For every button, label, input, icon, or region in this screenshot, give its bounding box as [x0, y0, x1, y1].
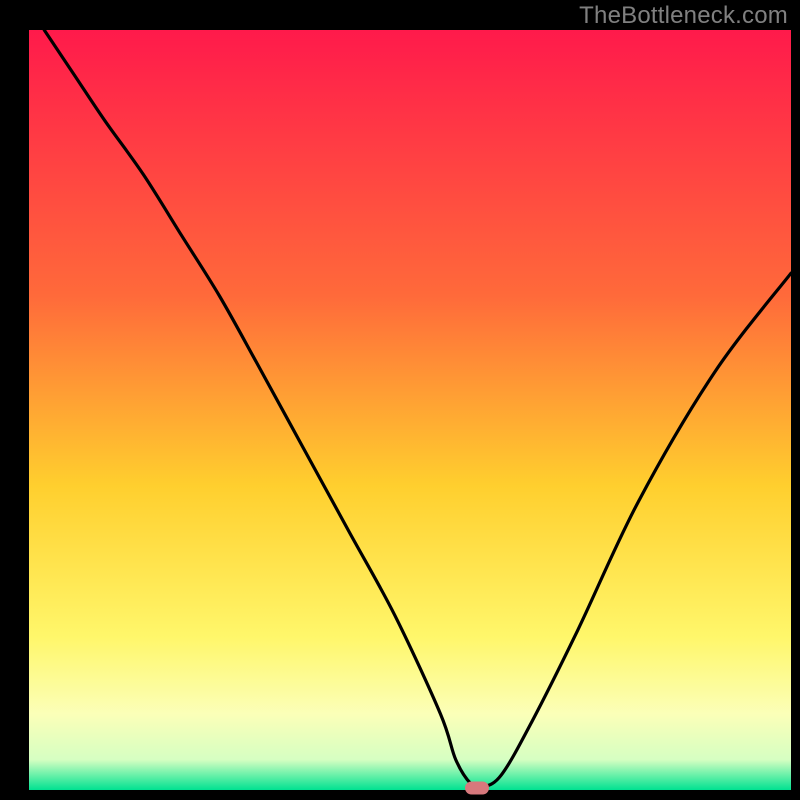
gradient-background — [29, 30, 791, 790]
chart-container: TheBottleneck.com — [0, 0, 800, 800]
optimal-marker — [465, 782, 489, 795]
watermark-text: TheBottleneck.com — [579, 2, 788, 30]
chart-svg — [0, 0, 800, 800]
